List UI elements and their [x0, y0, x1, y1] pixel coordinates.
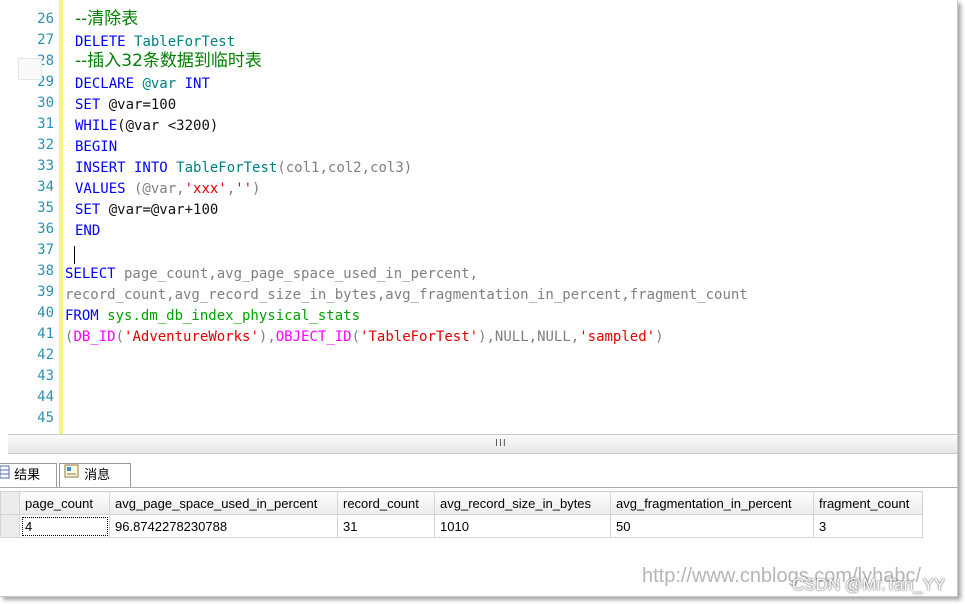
- table-cell[interactable]: 50: [610, 514, 814, 538]
- grid-corner[interactable]: [0, 491, 20, 515]
- ssms-window: 26 27 28 29 30 31 32 33 34 35 36 37 38 39 40 41 42 43 44 45…: [0, 0, 958, 597]
- code-line-36: END: [75, 223, 101, 239]
- collapse-box-icon: [18, 58, 42, 80]
- line-number: 39: [37, 284, 54, 300]
- line-number: 35: [37, 200, 54, 216]
- line-number: 43: [37, 368, 54, 384]
- line-number: 41: [37, 326, 54, 342]
- code-line-30: SET @var=100: [75, 97, 177, 113]
- table-cell[interactable]: 4: [19, 514, 110, 538]
- table-cell[interactable]: 1010: [434, 514, 611, 538]
- code-line-29: DECLARE @var INT: [75, 76, 210, 92]
- tab-messages[interactable]: 消息: [59, 463, 131, 487]
- table-cell[interactable]: 31: [337, 514, 435, 538]
- table-cell[interactable]: 3: [813, 514, 923, 538]
- code-line-35: SET @var=@var+100: [75, 202, 219, 218]
- code-line-31: WHILE(@var <3200): [75, 118, 219, 134]
- line-number: 27: [37, 32, 54, 48]
- line-number: 40: [37, 305, 54, 321]
- line-number: 31: [37, 116, 54, 132]
- code-line-41: (DB_ID('AdventureWorks'),OBJECT_ID('Tabl…: [65, 329, 664, 345]
- code-line-38: SELECT page_count,avg_page_space_used_in…: [65, 266, 479, 282]
- code-line-34: VALUES (@var,'xxx',''): [75, 181, 261, 197]
- column-header-avg-page-space[interactable]: avg_page_space_used_in_percent: [109, 491, 338, 515]
- code-line-32: BEGIN: [75, 139, 118, 155]
- query-editor[interactable]: 26 27 28 29 30 31 32 33 34 35 36 37 38 39 40 41 42 43 44 45…: [0, 0, 957, 434]
- column-header-page-count[interactable]: page_count: [19, 491, 110, 515]
- code-line-40: FROM sys.dm_db_index_physical_stats: [65, 308, 361, 324]
- code-line-26: --清除表: [75, 9, 139, 29]
- tab-messages-label: 消息: [84, 468, 111, 483]
- grid-icon: [0, 464, 10, 487]
- grid-header-row: page_count avg_page_space_used_in_percen…: [0, 491, 923, 515]
- line-number: 37: [37, 242, 54, 258]
- change-tracking-bar: [59, 0, 63, 434]
- code-line-33: INSERT INTO TableForTest(col1,col2,col3): [75, 160, 413, 176]
- results-tabbar: 结果 消息: [0, 463, 957, 488]
- line-number: 34: [37, 179, 54, 195]
- table-row[interactable]: 4 96.8742278230788 31 1010 50 3: [0, 514, 923, 538]
- scrollbar-grip-icon[interactable]: III: [495, 438, 507, 449]
- line-number: 32: [37, 137, 54, 153]
- line-number: 26: [37, 11, 54, 27]
- message-icon: [64, 464, 80, 487]
- line-number: 44: [37, 389, 54, 405]
- results-grid[interactable]: page_count avg_page_space_used_in_percen…: [0, 491, 923, 538]
- horizontal-scrollbar[interactable]: III: [8, 434, 957, 454]
- table-cell[interactable]: 96.8742278230788: [109, 514, 338, 538]
- line-number: 33: [37, 158, 54, 174]
- row-header[interactable]: [0, 514, 20, 538]
- code-line-27: DELETE TableForTest: [75, 34, 236, 50]
- line-number: 30: [37, 95, 54, 111]
- text-cursor: [74, 246, 75, 264]
- column-header-record-count[interactable]: record_count: [337, 491, 435, 515]
- watermark-csdn: CSDN @Mr.Tan_YY: [792, 575, 946, 594]
- line-number: 38: [37, 263, 54, 279]
- tab-results-label: 结果: [14, 468, 41, 483]
- code-line-39: record_count,avg_record_size_in_bytes,av…: [65, 287, 748, 303]
- column-header-fragment-count[interactable]: fragment_count: [813, 491, 923, 515]
- code-line-28: --插入32条数据到临时表: [75, 51, 262, 71]
- column-header-avg-record-size[interactable]: avg_record_size_in_bytes: [434, 491, 611, 515]
- line-number: 42: [37, 347, 54, 363]
- tab-results[interactable]: 结果: [0, 463, 57, 487]
- line-number: 36: [37, 221, 54, 237]
- line-number: 45: [37, 410, 54, 426]
- column-header-avg-fragmentation[interactable]: avg_fragmentation_in_percent: [610, 491, 814, 515]
